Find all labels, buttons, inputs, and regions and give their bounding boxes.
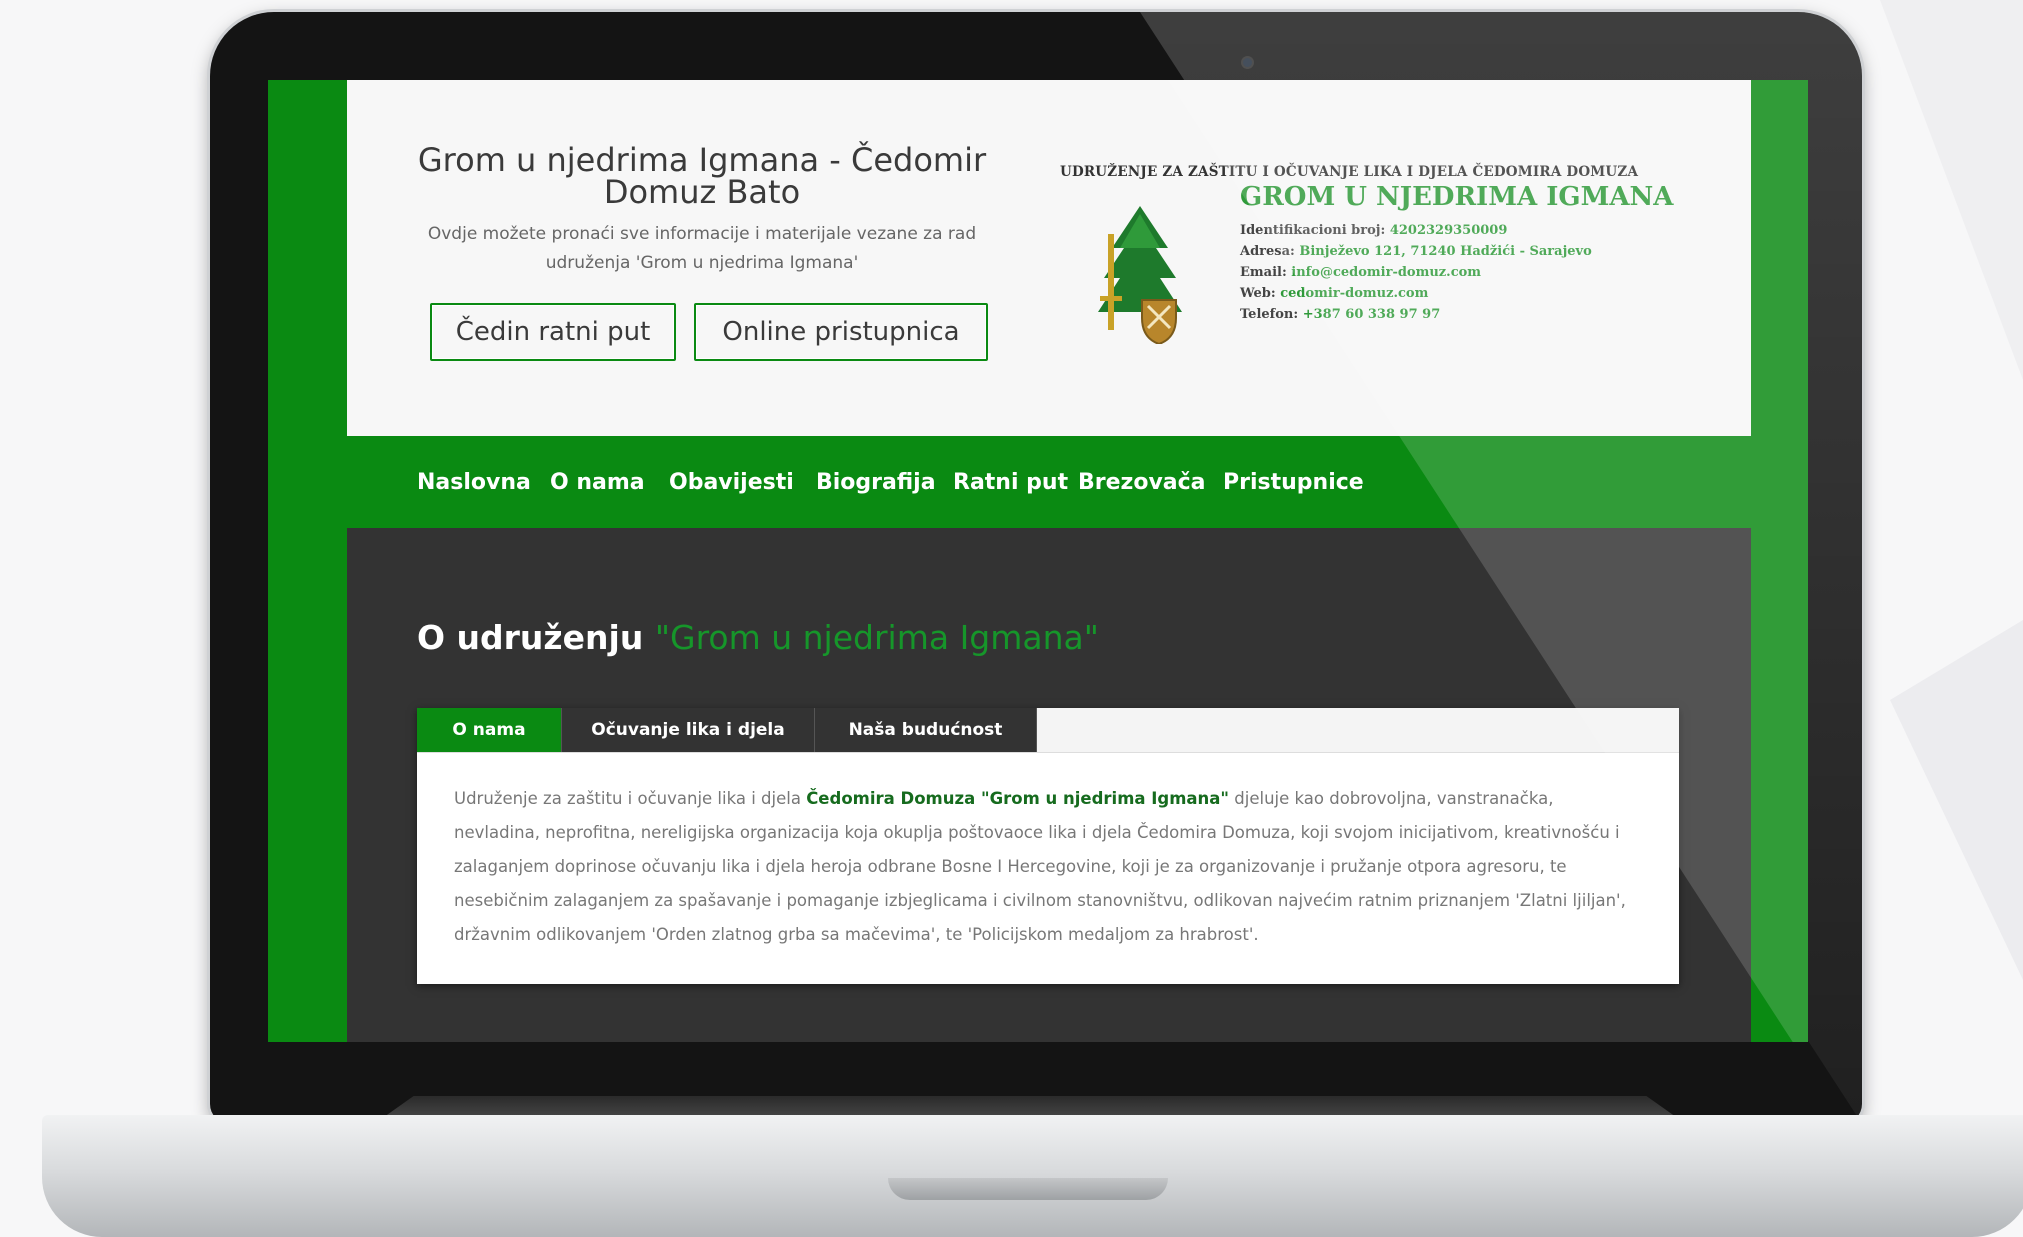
about-section: O udruženju "Grom u njedrima Igmana" O n… <box>347 528 1751 1042</box>
body-rest: djeluje kao dobrovoljna, vanstranačka, n… <box>454 789 1626 944</box>
site-title[interactable]: Grom u njedrima Igmana - Čedomir Domuz B… <box>407 144 997 208</box>
tab-ocuvanje-lika-i-djela[interactable]: Očuvanje lika i djela <box>562 708 815 752</box>
laptop-screen: Grom u njedrima Igmana - Čedomir Domuz B… <box>268 80 1808 1042</box>
nav-item-brezovaca[interactable]: Brezovača <box>1078 470 1206 495</box>
site-description: Ovdje možete pronaći sve informacije i m… <box>427 224 977 273</box>
tab-o-nama[interactable]: O nama <box>417 708 562 752</box>
online-application-button[interactable]: Online pristupnica <box>694 303 988 361</box>
site-header: Grom u njedrima Igmana - Čedomir Domuz B… <box>347 80 1751 436</box>
letterhead-phone-line: Telefon: +387 60 338 97 97 <box>1240 307 1441 322</box>
nav-item-pristupnice[interactable]: Pristupnice <box>1223 470 1364 495</box>
letterhead-email-line: Email: info@cedomir-domuz.com <box>1240 265 1482 280</box>
section-title: O udruženju "Grom u njedrima Igmana" <box>417 618 1099 657</box>
section-title-highlight: "Grom u njedrima Igmana" <box>654 618 1099 657</box>
nav-item-obavijesti[interactable]: Obavijesti <box>669 470 794 495</box>
tabs-panel: O nama Očuvanje lika i djela Naša budućn… <box>417 708 1679 984</box>
body-start: Udruženje za zaštitu i očuvanje lika i d… <box>454 789 807 808</box>
laptop-notch <box>888 1178 1168 1200</box>
body-highlight: Čedomira Domuza "Grom u njedrima Igmana" <box>806 789 1230 808</box>
nav-item-ratni-put[interactable]: Ratni put <box>953 470 1068 495</box>
tab-content-text: Udruženje za zaštitu i očuvanje lika i d… <box>454 782 1644 952</box>
letterhead-org-line: UDRUŽENJE ZA ZAŠTITU I OČUVANJE LIKA I D… <box>1060 164 1639 180</box>
pine-tree-sword-crest-icon <box>1098 206 1182 344</box>
tab-nasa-buducnost[interactable]: Naša budućnost <box>815 708 1037 752</box>
nav-item-o-nama[interactable]: O nama <box>550 470 645 495</box>
section-title-prefix: O udruženju <box>417 618 644 657</box>
letterhead-address-line: Adresa: Binježevo 121, 71240 Hadžići - S… <box>1240 244 1592 259</box>
web-page: Grom u njedrima Igmana - Čedomir Domuz B… <box>347 80 1751 1042</box>
letterhead-id-line: Identifikacioni broj: 4202329350009 <box>1240 223 1508 238</box>
laptop-base <box>42 1115 2023 1237</box>
letterhead-details: Identifikacioni broj: 4202329350009 Adre… <box>1240 220 1592 325</box>
letterhead-image: UDRUŽENJE ZA ZAŠTITU I OČUVANJE LIKA I D… <box>1060 164 1680 364</box>
tab-bar: O nama Očuvanje lika i djela Naša budućn… <box>417 708 1679 753</box>
nav-item-biografija[interactable]: Biografija <box>816 470 936 495</box>
nav-item-naslovna[interactable]: Naslovna <box>417 470 531 495</box>
main-nav: Naslovna O nama Obavijesti Biografija Ra… <box>347 436 1751 528</box>
war-path-button[interactable]: Čedin ratni put <box>430 303 676 361</box>
letterhead-web-line: Web: cedomir-domuz.com <box>1240 286 1429 301</box>
letterhead-name: GROM U NJEDRIMA IGMANA <box>1240 182 1674 212</box>
